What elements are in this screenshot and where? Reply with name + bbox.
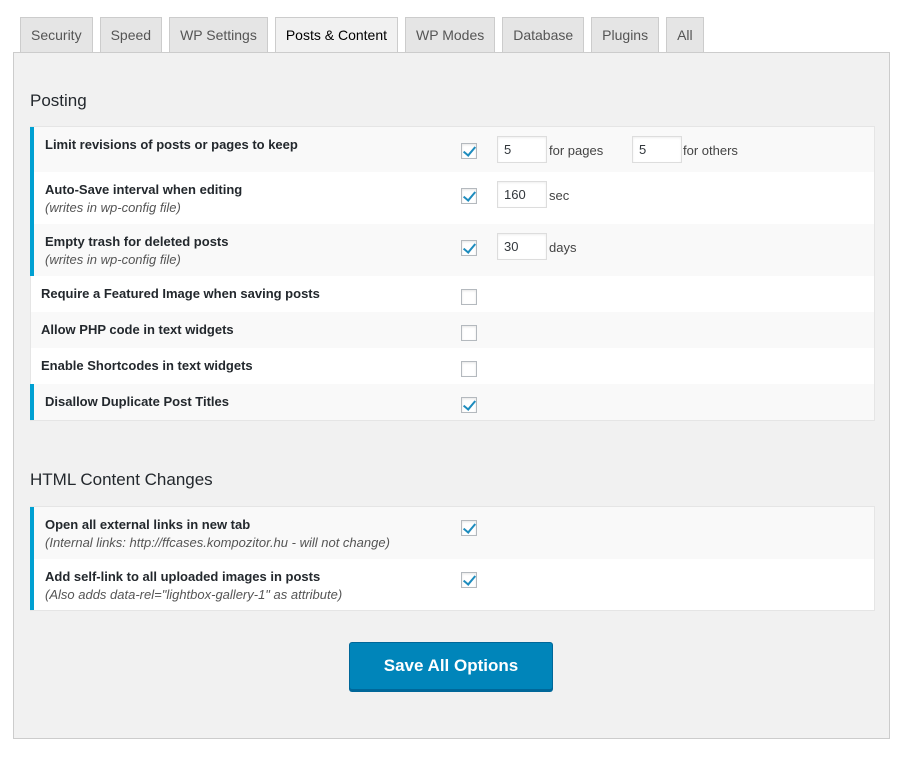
featured-image-checkbox[interactable] [461, 289, 477, 305]
option-label: Limit revisions of posts or pages to kee… [45, 137, 298, 152]
self-link-images-checkbox[interactable] [461, 572, 477, 588]
option-note: (Internal links: http://ffcases.kompozit… [45, 535, 390, 550]
option-label: Disallow Duplicate Post Titles [45, 394, 229, 409]
option-enable-shortcodes-widgets: Enable Shortcodes in text widgets [31, 348, 874, 384]
days-unit-label: days [549, 240, 577, 255]
option-empty-trash: Empty trash for deleted posts (writes in… [30, 224, 874, 276]
option-note: (Also adds data-rel="lightbox-gallery-1"… [45, 587, 343, 602]
option-limit-revisions: Limit revisions of posts or pages to kee… [30, 127, 874, 172]
php-widgets-checkbox[interactable] [461, 325, 477, 341]
option-disallow-duplicate-titles: Disallow Duplicate Post Titles [30, 384, 874, 420]
shortcodes-widgets-checkbox[interactable] [461, 361, 477, 377]
external-links-checkbox[interactable] [461, 520, 477, 536]
settings-tabs: Security Speed WP Settings Posts & Conte… [20, 17, 711, 53]
revisions-pages-input[interactable]: 5 [497, 136, 547, 163]
html-changes-section-title: HTML Content Changes [30, 470, 213, 489]
option-label: Auto-Save interval when editing [45, 182, 243, 197]
empty-trash-days-input[interactable]: 30 [497, 233, 547, 260]
autosave-interval-input[interactable]: 160 [497, 181, 547, 208]
option-note: (writes in wp-config file) [45, 252, 181, 267]
html-options-list: Open all external links in new tab (Inte… [30, 506, 875, 611]
others-unit-label: for others [683, 143, 738, 158]
limit-revisions-checkbox[interactable] [461, 143, 477, 159]
posting-options-list: Limit revisions of posts or pages to kee… [30, 126, 875, 421]
empty-trash-checkbox[interactable] [461, 240, 477, 256]
save-all-options-button[interactable]: Save All Options [349, 642, 553, 690]
option-note: (writes in wp-config file) [45, 200, 181, 215]
option-autosave-interval: Auto-Save interval when editing (writes … [30, 172, 874, 224]
option-allow-php-widgets: Allow PHP code in text widgets [31, 312, 874, 348]
tab-all[interactable]: All [666, 17, 704, 52]
option-label: Empty trash for deleted posts [45, 234, 229, 249]
option-label: Open all external links in new tab [45, 517, 251, 532]
option-label: Allow PHP code in text widgets [41, 322, 234, 337]
duplicate-titles-checkbox[interactable] [461, 397, 477, 413]
tab-security[interactable]: Security [20, 17, 93, 52]
option-require-featured-image: Require a Featured Image when saving pos… [31, 276, 874, 312]
pages-unit-label: for pages [549, 143, 604, 158]
settings-panel: Posting Limit revisions of posts or page… [13, 52, 890, 739]
option-label: Add self-link to all uploaded images in … [45, 569, 321, 584]
tab-database[interactable]: Database [502, 17, 585, 52]
tab-wp-settings[interactable]: WP Settings [169, 17, 268, 52]
option-label: Require a Featured Image when saving pos… [41, 286, 320, 301]
option-self-link-images: Add self-link to all uploaded images in … [30, 559, 874, 610]
tab-plugins[interactable]: Plugins [591, 17, 660, 52]
tab-speed[interactable]: Speed [99, 17, 163, 52]
autosave-checkbox[interactable] [461, 188, 477, 204]
posting-section-title: Posting [30, 91, 87, 110]
tab-wp-modes[interactable]: WP Modes [405, 17, 496, 52]
option-label: Enable Shortcodes in text widgets [41, 358, 253, 373]
option-external-links-new-tab: Open all external links in new tab (Inte… [30, 507, 874, 559]
tab-posts-content[interactable]: Posts & Content [274, 17, 399, 53]
sec-unit-label: sec [549, 188, 570, 203]
revisions-others-input[interactable]: 5 [632, 136, 682, 163]
